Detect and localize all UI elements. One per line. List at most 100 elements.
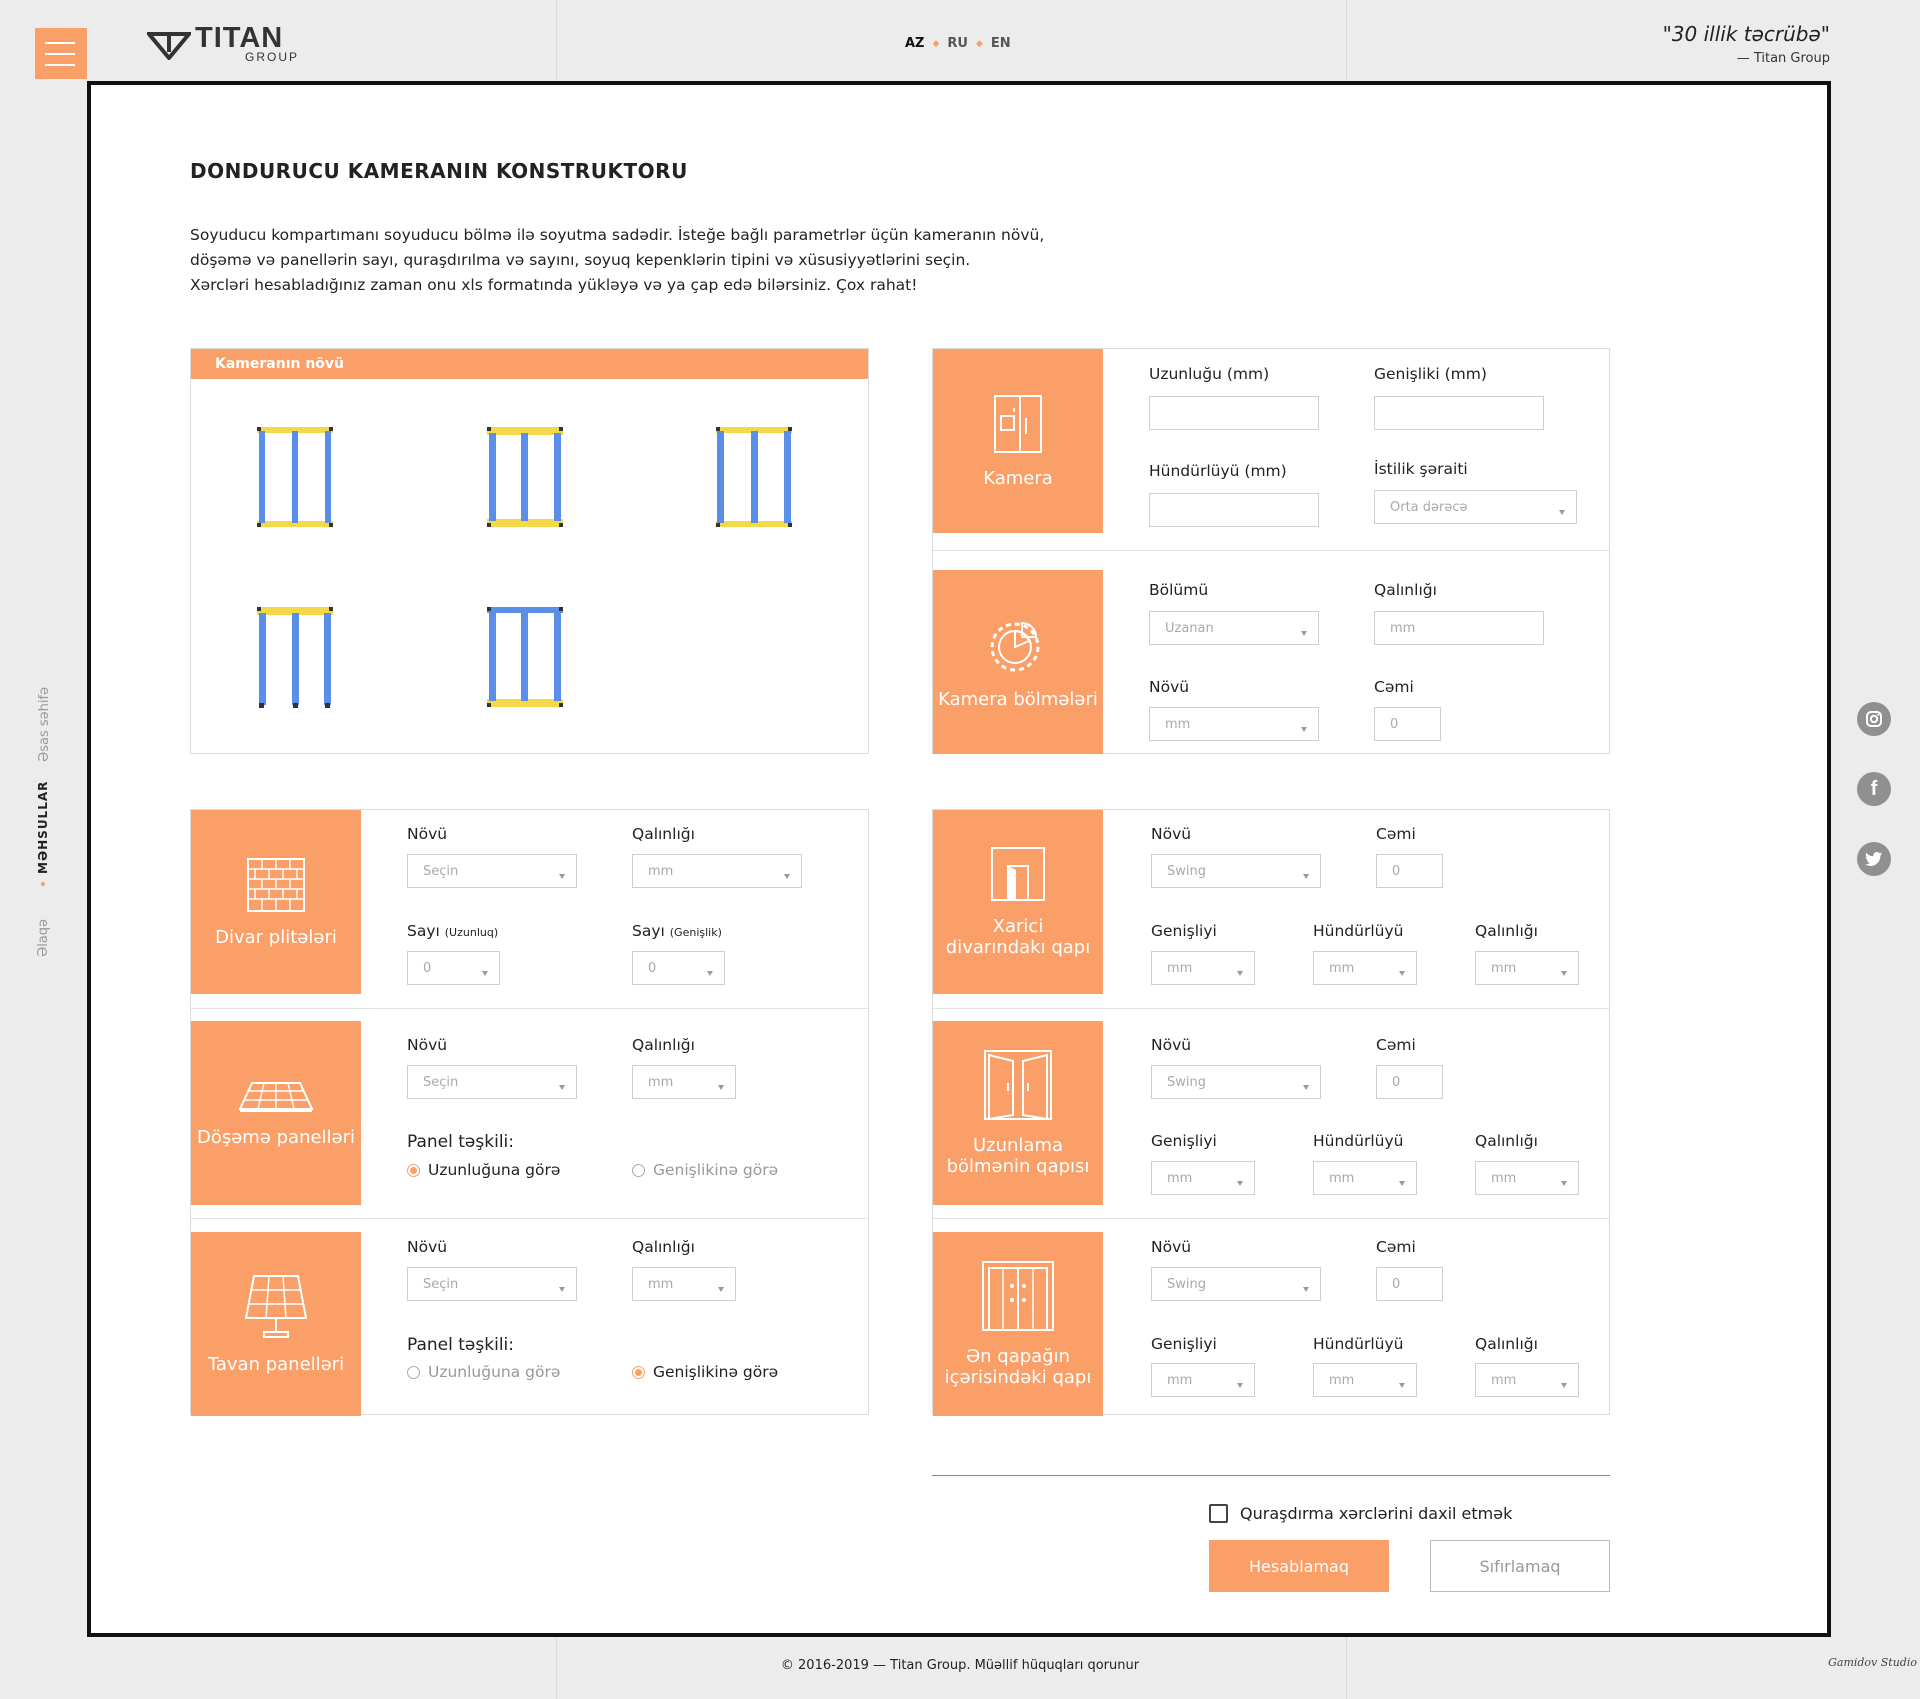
lang-az[interactable]: AZ: [905, 36, 925, 51]
door-inner-height-select[interactable]: mm: [1313, 1363, 1417, 1397]
wall-count-width-select[interactable]: 0: [632, 951, 725, 985]
door-partition-width-select[interactable]: mm: [1151, 1161, 1255, 1195]
thermal-select[interactable]: Orta dərəcə: [1374, 490, 1577, 524]
section-thickness-label: Qalınlığı: [1374, 581, 1437, 599]
door-partition-type-select[interactable]: Swing: [1151, 1065, 1321, 1099]
nav-contact[interactable]: Əlaqə: [36, 919, 51, 957]
include-install-checkbox[interactable]: Quraşdırma xərclərini daxil etmək: [1209, 1504, 1512, 1523]
floor-tile-label: Döşəmə panelləri: [196, 1126, 356, 1148]
diamond-logo-icon: [147, 31, 191, 60]
floor-type-label: Növü: [407, 1036, 448, 1054]
logo-sub: GROUP: [245, 50, 300, 64]
door-inner-width-select[interactable]: mm: [1151, 1363, 1255, 1397]
instagram-icon[interactable]: [1857, 702, 1891, 736]
camera-sections-tile: Kamera bölmələri: [933, 570, 1103, 754]
camera-tile: Kamera: [933, 349, 1103, 533]
floor-thickness-label: Qalınlığı: [632, 1036, 695, 1054]
door-inner-tile-label: Ən qapağın içərisindəki qapı: [944, 1346, 1092, 1388]
quote-author: — Titan Group: [1736, 51, 1830, 66]
page-intro: Soyuducu kompartımanı soyuducu bölmə ilə…: [190, 223, 1090, 298]
radio-circle: [407, 1163, 420, 1177]
camera-type-option-3-icon[interactable]: [714, 425, 794, 529]
door-outer-type-select[interactable]: Swing: [1151, 854, 1321, 888]
camera-type-header: Kameranın növü: [191, 349, 868, 379]
lang-separator: ◆: [932, 38, 940, 49]
radio-circle: [632, 1365, 645, 1379]
gear-chart-icon: [990, 621, 1040, 671]
door-outer-tile: Xarici divarındakı qapı: [933, 810, 1103, 994]
facebook-icon[interactable]: f: [1857, 772, 1891, 806]
intro-line: Soyuducu kompartımanı soyuducu bölmə ilə…: [190, 226, 1045, 244]
door-inner-tile: Ən qapağın içərisindəki qapı: [933, 1232, 1103, 1416]
door-inner-width-label: Genişliyi: [1151, 1335, 1217, 1353]
footer-copyright: © 2016-2019 — Titan Group. Müəllif hüquq…: [780, 1658, 1140, 1673]
logo[interactable]: TITAN GROUP: [147, 24, 299, 63]
door-inner-thickness-select[interactable]: mm: [1475, 1363, 1579, 1397]
section-type-select[interactable]: mm: [1149, 707, 1319, 741]
ceiling-type-select[interactable]: Seçin: [407, 1267, 577, 1301]
ceiling-thickness-select[interactable]: mm: [632, 1267, 736, 1301]
door-partition-thickness-label: Qalınlığı: [1475, 1132, 1538, 1150]
door-partition-height-select[interactable]: mm: [1313, 1161, 1417, 1195]
door-outer-width-label: Genişliyi: [1151, 922, 1217, 940]
panels-card: Divar plitələri Növü Seçin Qalınlığı mm …: [190, 809, 869, 1416]
wall-count-length-select[interactable]: 0: [407, 951, 500, 985]
radio-label: Genişlikinə görə: [653, 1161, 779, 1179]
door-partition-total-label: Cəmi: [1376, 1036, 1416, 1054]
floor-layout-length-radio[interactable]: Uzunluğuna görə: [407, 1161, 560, 1179]
door-outer-total-label: Cəmi: [1376, 825, 1416, 843]
ceiling-layout-width-radio[interactable]: Genişlikinə görə: [632, 1363, 778, 1381]
reset-button[interactable]: Sıfırlamaq: [1430, 1540, 1610, 1592]
door-outer-width-select[interactable]: mm: [1151, 951, 1255, 985]
lang-en[interactable]: EN: [991, 36, 1011, 51]
section-total-input[interactable]: 0: [1374, 707, 1441, 741]
lang-ru[interactable]: RU: [947, 36, 968, 51]
width-input[interactable]: [1374, 396, 1544, 430]
ceiling-layout-length-radio[interactable]: Uzunluğuna görə: [407, 1363, 560, 1381]
wall-type-select[interactable]: Seçin: [407, 854, 577, 888]
door-icon: [991, 847, 1045, 901]
section-total-label: Cəmi: [1374, 678, 1414, 696]
door-outer-total-input[interactable]: 0: [1376, 854, 1443, 888]
checkbox-box[interactable]: [1209, 1504, 1228, 1523]
camera-type-option-5-icon[interactable]: [485, 605, 565, 709]
wall-tile-label: Divar plitələri: [215, 926, 337, 948]
wall-thickness-select[interactable]: mm: [632, 854, 802, 888]
calculate-button[interactable]: Hesablamaq: [1209, 1540, 1389, 1592]
section-select[interactable]: Uzanan: [1149, 611, 1319, 645]
length-label: Uzunluğu (mm): [1149, 365, 1270, 383]
door-partition-thickness-select[interactable]: mm: [1475, 1161, 1579, 1195]
menu-button[interactable]: [35, 28, 87, 79]
twitter-icon[interactable]: [1857, 842, 1891, 876]
length-input[interactable]: [1149, 396, 1319, 430]
include-install-label: Quraşdırma xərclərini daxil etmək: [1240, 1504, 1513, 1523]
door-inner-total-label: Cəmi: [1376, 1238, 1416, 1256]
camera-type-option-1-icon[interactable]: [255, 425, 335, 529]
door-inner-total-input[interactable]: 0: [1376, 1267, 1443, 1301]
door-outer-tile-label: Xarici divarındakı qapı: [945, 916, 1091, 958]
nav-products[interactable]: MƏHSULLAR: [36, 781, 50, 874]
fridge-icon: [994, 394, 1042, 453]
section-type-label: Növü: [1149, 678, 1190, 696]
door-outer-thickness-select[interactable]: mm: [1475, 951, 1579, 985]
studio-signature[interactable]: Gamidov Studio: [1828, 1656, 1917, 1669]
wall-thickness-label: Qalınlığı: [632, 825, 695, 843]
floor-thickness-select[interactable]: mm: [632, 1065, 736, 1099]
thermal-label: İstilik şəraiti: [1374, 460, 1468, 478]
section-thickness-input[interactable]: mm: [1374, 611, 1544, 645]
door-inner-type-select[interactable]: Swing: [1151, 1267, 1321, 1301]
floor-type-select[interactable]: Seçin: [407, 1065, 577, 1099]
door-partition-total-input[interactable]: 0: [1376, 1065, 1443, 1099]
door-outer-height-select[interactable]: mm: [1313, 951, 1417, 985]
camera-type-option-2-icon[interactable]: [485, 425, 565, 529]
intro-line: Xərcləri hesabladığınız zaman onu xls fo…: [190, 276, 918, 294]
page-title: DONDURUCU KAMERANIN KONSTRUKTORU: [190, 159, 688, 183]
nav-home[interactable]: Əsas səhifə: [37, 687, 52, 762]
height-input[interactable]: [1149, 493, 1319, 527]
door-partition-type-label: Növü: [1151, 1036, 1192, 1054]
floor-layout-width-radio[interactable]: Genişlikinə görə: [632, 1161, 778, 1179]
floor-tiles-icon: [238, 1081, 314, 1112]
double-door-icon: [984, 1050, 1052, 1121]
wall-type-label: Növü: [407, 825, 448, 843]
camera-type-option-4-icon[interactable]: [255, 605, 335, 709]
